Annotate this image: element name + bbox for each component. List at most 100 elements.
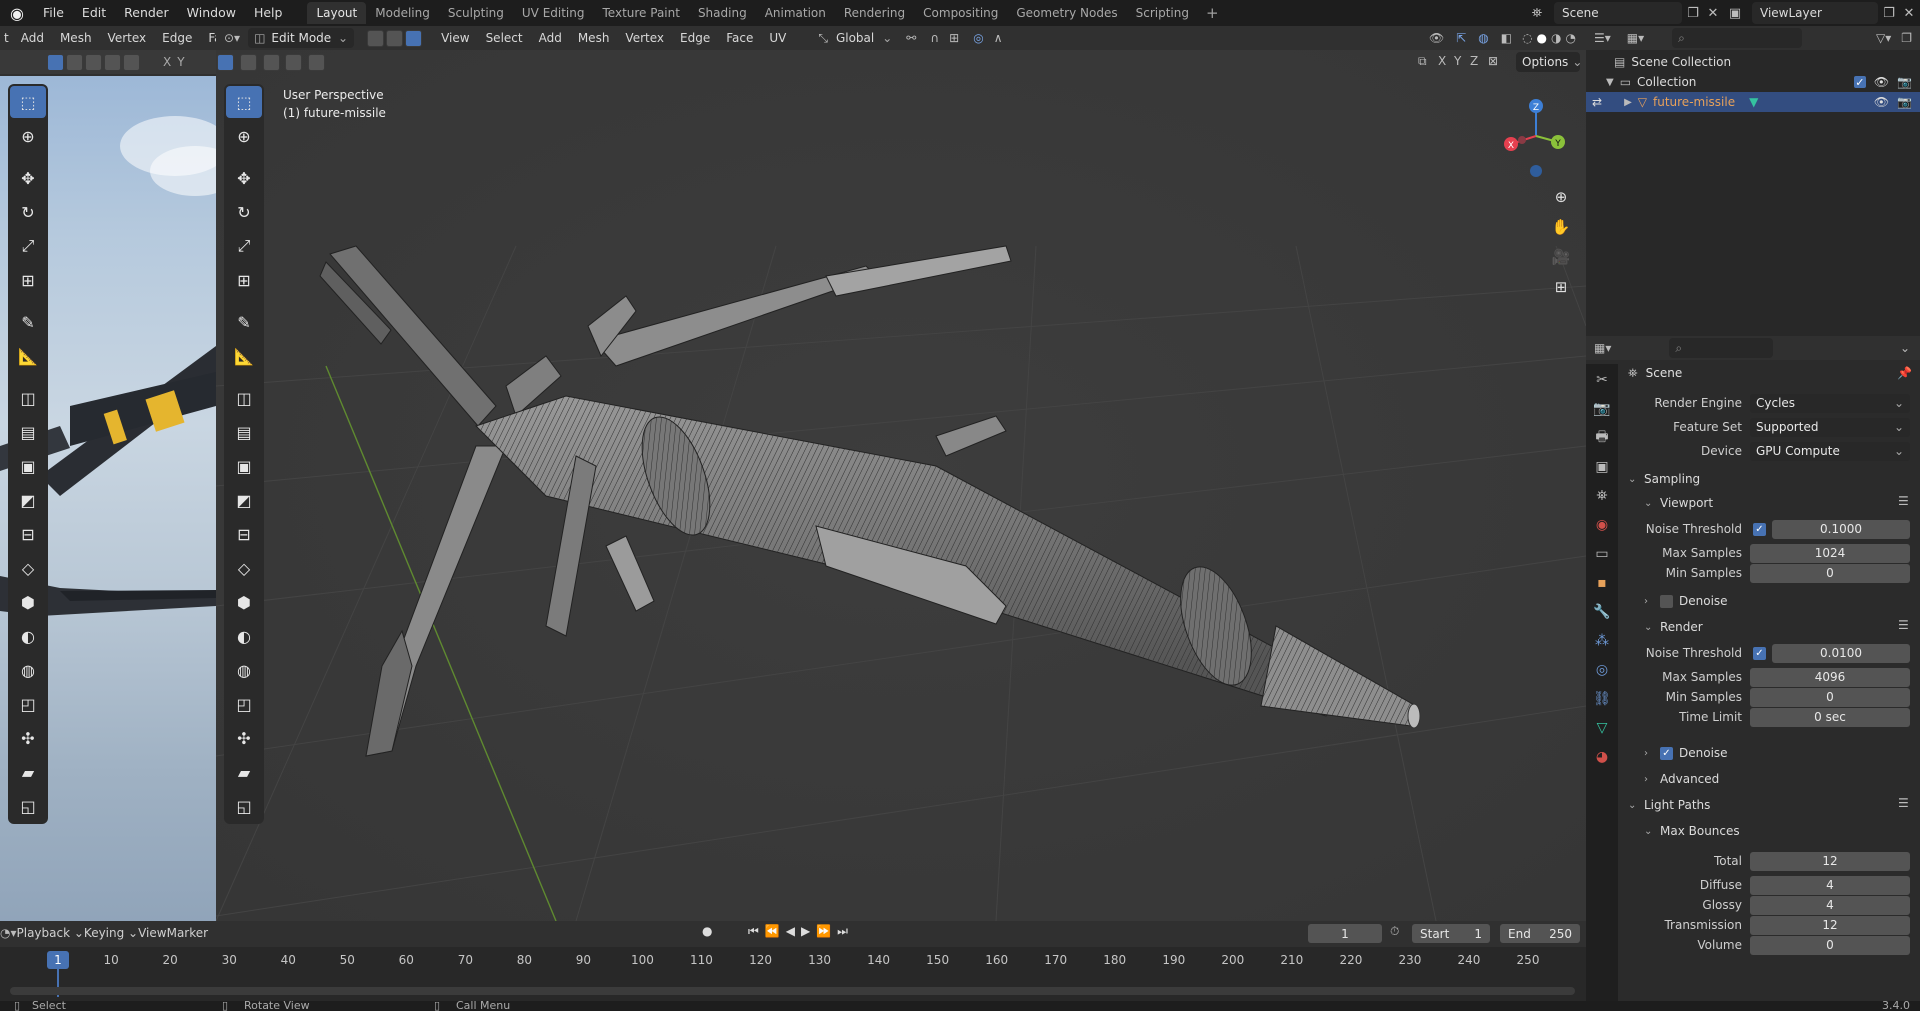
main-inset-tool-icon[interactable]: ▣ (226, 450, 262, 482)
main-edge-slide-tool-icon[interactable]: ◰ (226, 688, 262, 720)
face-select-mode[interactable] (405, 29, 423, 47)
transform-tool-icon[interactable]: ⊞ (10, 264, 46, 296)
timeline-view-menu[interactable]: View (138, 926, 166, 940)
object-tab-icon[interactable]: ▪ (1589, 570, 1615, 596)
material-tab-icon[interactable]: ◕ (1589, 744, 1615, 770)
edge-slide-tool-icon[interactable]: ◰ (10, 688, 46, 720)
tool-tab-icon[interactable]: ✂ (1589, 367, 1615, 393)
left-select-mode-intersect[interactable] (123, 53, 140, 71)
pan-hand-icon[interactable]: ✋ (1546, 212, 1576, 242)
properties-search-input[interactable]: ⌕ (1669, 338, 1774, 358)
left-menu-edge[interactable]: Edge (154, 31, 200, 45)
menu-render[interactable]: Render (115, 0, 178, 26)
device-dropdown[interactable]: GPU Compute ⌄ (1750, 441, 1910, 461)
tab-geometry-nodes[interactable]: Geometry Nodes (1007, 2, 1126, 24)
viewport-denoise-checkbox[interactable] (1660, 594, 1673, 608)
world-tab-icon[interactable]: ◉ (1589, 512, 1615, 538)
cursor-tool-icon[interactable]: ⊕ (10, 120, 46, 152)
tab-sculpting[interactable]: Sculpting (439, 2, 513, 24)
scene-browse-icon[interactable]: ⛯ (1526, 2, 1548, 24)
camera-view-icon[interactable]: 🎥 (1546, 242, 1576, 272)
playback-controls[interactable]: ⏮⏪◀▶⏩⏭ (748, 924, 854, 939)
viewport-denoise-subpanel[interactable]: › Denoise (1644, 594, 1728, 608)
solid-shading-icon[interactable]: ● (1537, 31, 1547, 45)
measure-tool-icon[interactable]: 📐 (10, 340, 46, 372)
output-tab-icon[interactable]: 🖶 (1589, 425, 1615, 451)
scene-selector[interactable]: Scene (1554, 2, 1682, 24)
volume-bounces-field[interactable]: 0 (1750, 935, 1910, 955)
left-axis-y[interactable]: Y (177, 55, 184, 69)
render-max-samples-field[interactable]: 4096 (1750, 667, 1910, 687)
particles-tab-icon[interactable]: ⁂ (1589, 628, 1615, 654)
spin-tool-icon[interactable]: ◐ (10, 620, 46, 652)
total-bounces-field[interactable]: 12 (1750, 851, 1910, 871)
wireframe-shading-icon[interactable]: ◌ (1522, 31, 1532, 45)
tab-shading[interactable]: Shading (689, 2, 756, 24)
tab-scripting[interactable]: Scripting (1127, 2, 1198, 24)
outliner-row-scene-collection[interactable]: ▤ Scene Collection (1586, 52, 1920, 72)
tab-animation[interactable]: Animation (756, 2, 835, 24)
filter-icon[interactable]: ▽▾ (1876, 31, 1891, 45)
left-select-mode-invert[interactable] (104, 53, 121, 71)
menu-file[interactable]: File (34, 0, 73, 26)
menu-help[interactable]: Help (245, 0, 292, 26)
material-shading-icon[interactable]: ◑ (1551, 31, 1561, 45)
left-menu-vertex[interactable]: Vertex (100, 31, 155, 45)
collection-camera-icon[interactable]: 📷 (1897, 75, 1912, 89)
outliner[interactable]: ☰▾ ▦▾ ⌕ ▽▾ ❐ ▤ Scene Collection ▼ ▭ Coll… (1586, 26, 1920, 336)
keying-menu[interactable]: Keying ⌄ (84, 926, 138, 940)
add-cube-tool-icon[interactable]: ◫ (10, 382, 46, 414)
properties-editor-type-icon[interactable]: ▦▾ (1586, 341, 1619, 355)
shrink-fatten-tool-icon[interactable]: ✣ (10, 722, 46, 754)
select-mode-subtract[interactable] (262, 54, 280, 71)
main-select-box-tool-icon[interactable]: ⬚ (226, 86, 262, 118)
viewport-min-samples-field[interactable]: 0 (1750, 563, 1910, 583)
menu-uv[interactable]: UV (761, 31, 794, 45)
render-subpanel-header[interactable]: ⌄ Render (1644, 620, 1703, 634)
tab-modeling[interactable]: Modeling (366, 2, 439, 24)
main-extrude-tool-icon[interactable]: ▤ (226, 416, 262, 448)
left-menu-add[interactable]: Add (13, 31, 52, 45)
collection-checkbox[interactable]: ✓ (1853, 76, 1866, 89)
render-denoise-subpanel[interactable]: › ✓ Denoise (1644, 746, 1728, 760)
main-poly-build-tool-icon[interactable]: ⬢ (226, 586, 262, 618)
mirror-axis-z[interactable]: Z (1470, 54, 1478, 68)
advanced-subpanel[interactable]: › Advanced (1644, 772, 1719, 786)
left-axis-x[interactable]: X (163, 55, 171, 69)
menu-mesh[interactable]: Mesh (570, 31, 618, 45)
delete-view-layer-icon[interactable]: ✕ (1898, 2, 1920, 24)
render-tab-icon[interactable]: 📷 (1589, 396, 1615, 422)
main-spin-tool-icon[interactable]: ◐ (226, 620, 262, 652)
max-bounces-subpanel-header[interactable]: ⌄ Max Bounces (1644, 824, 1740, 838)
left-menu-face[interactable]: Face (200, 31, 216, 45)
sampling-panel-header[interactable]: ⌄ Sampling (1628, 472, 1700, 486)
mode-selector[interactable]: ◫ Edit Mode ⌄ (248, 28, 355, 48)
main-rip-tool-icon[interactable]: ◱ (226, 790, 262, 822)
timeline-ruler[interactable]: 1 10 20 30 40 50 60 70 80 90 100 110 120 130 140 150 160… (0, 947, 1586, 1001)
collection-eye-icon[interactable]: 👁 (1874, 75, 1889, 89)
left-menu-t[interactable]: t (0, 31, 13, 45)
menu-vertex[interactable]: Vertex (617, 31, 672, 45)
shear-tool-icon[interactable]: ▰ (10, 756, 46, 788)
menu-view[interactable]: View (433, 31, 477, 45)
display-mode-icon[interactable]: ▦▾ (1619, 31, 1652, 45)
time-limit-field[interactable]: 0 sec (1750, 707, 1910, 727)
auto-keying-icon[interactable]: ● (702, 924, 712, 938)
properties-options-icon[interactable]: ⌄ (1900, 341, 1910, 355)
current-frame-field[interactable]: 1 (1308, 924, 1382, 943)
feature-set-dropdown[interactable]: Supported ⌄ (1750, 417, 1910, 437)
mirror-axis-y[interactable]: Y (1454, 54, 1461, 68)
knife-tool-icon[interactable]: ◇ (10, 552, 46, 584)
overlay-toggle-icon[interactable]: ◍ (1478, 31, 1488, 45)
collection-tab-icon[interactable]: ▭ (1589, 541, 1615, 567)
timeline-editor-type-icon[interactable]: ◔▾ (0, 926, 17, 940)
blender-logo-icon[interactable]: ◉ (0, 4, 34, 23)
loop-cut-tool-icon[interactable]: ⊟ (10, 518, 46, 550)
scale-tool-icon[interactable]: ⤢ (10, 230, 46, 262)
main-shear-tool-icon[interactable]: ▰ (226, 756, 262, 788)
new-scene-icon[interactable]: ❐ (1682, 2, 1704, 24)
render-noise-threshold-checkbox[interactable]: ✓ (1753, 646, 1766, 660)
render-presets-icon[interactable]: ☰ (1898, 618, 1909, 632)
snap-icon[interactable]: ∩ (930, 31, 939, 45)
render-noise-threshold-field[interactable]: 0.0100 (1772, 643, 1910, 663)
